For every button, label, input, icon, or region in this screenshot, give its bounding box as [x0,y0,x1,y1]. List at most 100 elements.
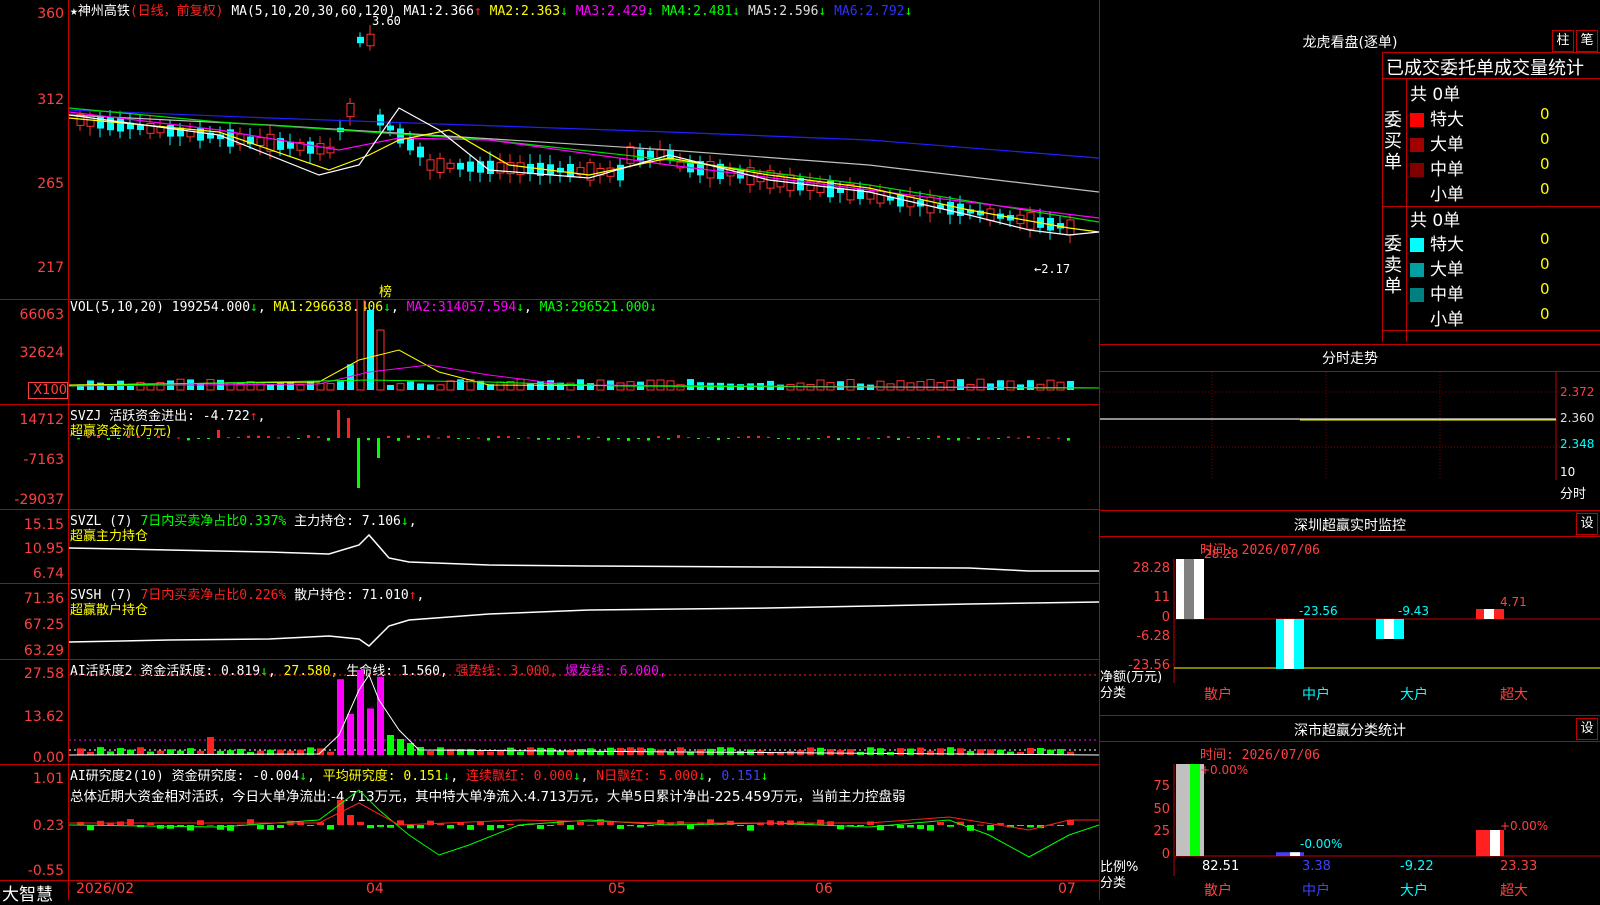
ai-research-bar [207,824,214,826]
divider [1382,52,1383,342]
ai-research-tick: 0.23 [32,818,64,834]
volume-bar [407,381,414,390]
svzj-bar [727,438,730,439]
svzj-bar [1067,438,1070,441]
volume-bar [946,380,955,391]
ai-active-bar [397,739,404,755]
svzj-bar [257,435,260,438]
ai-active-bar [717,747,724,755]
ai-research-bar [687,825,694,830]
svsh-plot[interactable] [69,584,1099,659]
ai-active-bar [537,747,544,755]
ai-active-bar [337,679,344,755]
ai-active-bar [127,749,134,755]
color-swatch [1410,163,1424,177]
candle-down [417,146,424,158]
candle-up [426,159,435,171]
svzj-bar [537,438,540,440]
ai-active-bar [387,735,394,755]
volume-bar [1006,380,1015,391]
dragon-tiger-title: 龙虎看盘(逐单) [1302,35,1398,51]
ai-active-bar [357,670,364,755]
ai-active-bar [427,751,434,755]
volume-bar [1056,381,1065,391]
intraday-panel[interactable]: 分时走势 2.372 2.360 2.348 10 分时 [1100,345,1600,510]
sz-cat: 散户 [1204,687,1232,703]
ai-research-bar [987,825,994,831]
volume-bar [356,300,365,391]
candle-down [457,162,464,170]
ai-active-bar [667,751,674,755]
svzj-tick: -7163 [23,452,64,468]
volume-bar [446,380,455,391]
kline-chart-area[interactable]: ★神州高铁(日线，前复权) MA(5,10,20,30,60,120) MA1:… [0,0,1100,905]
ai-active-bar [407,743,414,755]
ai-active-bar [137,747,144,755]
svzj-bar [927,438,930,439]
sz-monitor-panel: 深圳超赢实时监控 设 时间: 2026/07/06 28.28 11 0 -6.… [1100,511,1600,715]
x-tick: 07 [1058,881,1076,897]
svsh-line [69,601,1099,647]
candle-up [346,102,355,118]
sz-class-val: -9.22 [1400,859,1434,874]
volume-bar [656,379,665,391]
svzl-plot[interactable] [69,510,1099,583]
sz-class-top: -0.00% [1300,837,1343,851]
sell-orders-label: 委卖单 [1384,234,1402,297]
volume-bar [367,310,374,390]
volume-bar [516,378,525,391]
sz-class-panel: 深市超赢分类统计 设 时间: 2026/07/06 75 50 25 0 比例%… [1100,716,1600,900]
svzj-bar [657,436,660,438]
ai-active-bar [187,748,194,755]
color-swatch [1410,313,1424,327]
svzj-bar [437,437,440,439]
svzj-bar [617,438,620,439]
ai-active-curve [69,673,1099,756]
ai-research-bar [1017,825,1024,826]
ai-research-bar [387,825,394,828]
svzj-bar [127,435,130,438]
svzj-bar [837,438,840,441]
sz-monitor-bar-highlight [1484,609,1494,619]
volume-plot[interactable] [69,300,1099,404]
ai-research-plot[interactable] [69,765,1099,880]
color-swatch [1410,113,1424,127]
ai-active-bar [487,751,494,755]
sz-monitor-bar-highlight [1384,619,1394,640]
sz-cat: 超大 [1500,687,1528,703]
intraday-plot[interactable] [1100,372,1560,480]
divider [1382,52,1600,53]
candle-down [377,114,384,126]
ai-research-bar [487,825,494,831]
price-tick: 217 [37,260,64,276]
candle-up [366,33,375,47]
ai-research-bar [817,819,824,825]
ai-research-bar [367,825,374,829]
svzj-bar [507,436,510,438]
buy-small-value: 0 [1540,180,1550,198]
candle-down [487,160,494,175]
candle-down [117,118,124,132]
sz-class-bar-highlight [1290,852,1300,856]
candlestick-plot[interactable] [69,0,1099,299]
ai-active-bar [117,748,124,755]
volume-bar [687,379,694,390]
bar-view-button[interactable]: 柱 [1552,30,1574,52]
vol-unit[interactable]: X100 [28,382,68,399]
dragon-tiger-subtitle: 已成交委托单成交量统计 [1386,58,1584,79]
volume-bar [737,384,744,390]
ai-research-bar [157,825,164,829]
svzj-bar [377,438,380,458]
ai-active-bar [1027,747,1034,755]
sell-row-small: 小单 [1410,305,1464,330]
ai-research-bar [307,825,314,826]
volume-bar [936,382,945,391]
svzj-bar [827,435,830,438]
tick-view-button[interactable]: 笔 [1576,30,1598,52]
ai-active-bar [507,747,514,755]
ai-active-plot[interactable] [69,660,1099,764]
svzj-plot[interactable] [69,405,1099,509]
buy-row-medium: 中单 [1410,155,1464,180]
candle-down [407,137,414,151]
divider [1382,330,1600,331]
